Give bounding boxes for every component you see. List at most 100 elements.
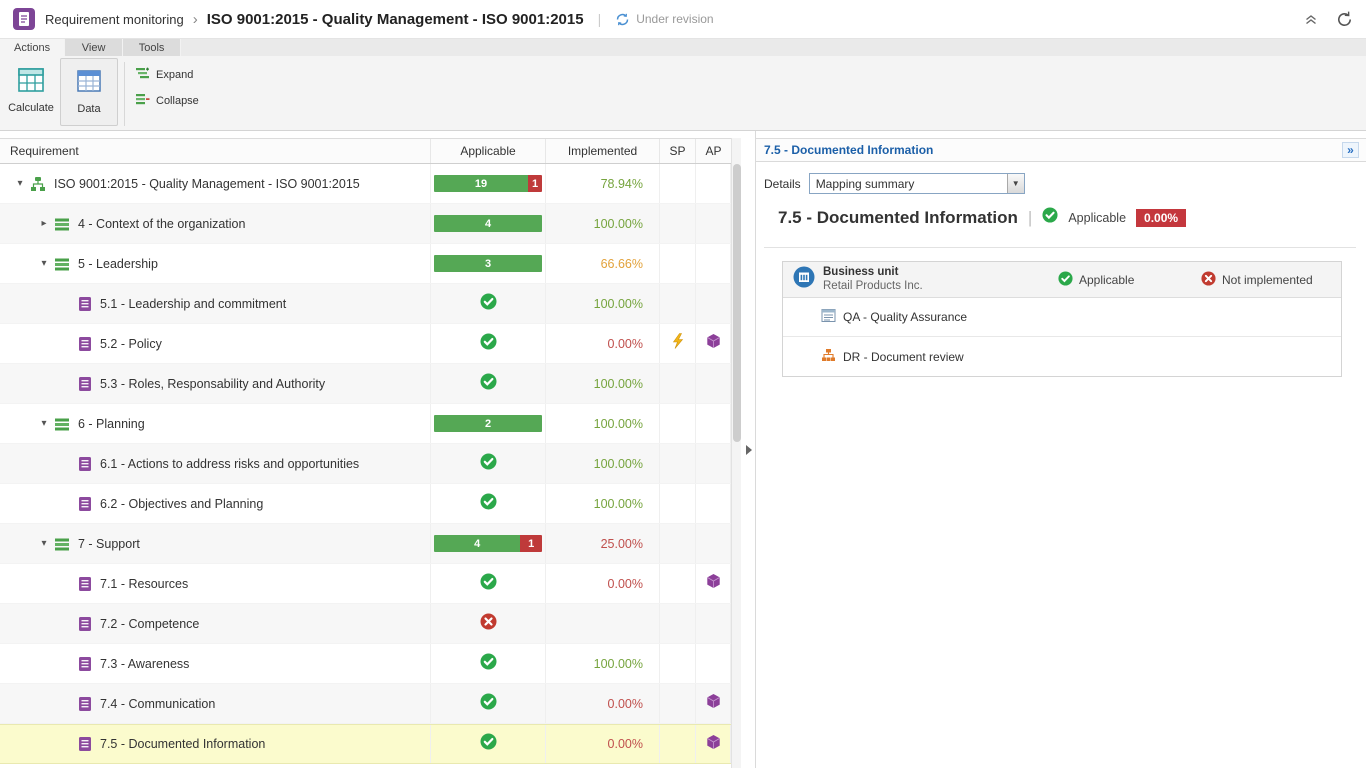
tree-collapse-icon[interactable]: ▾ xyxy=(34,418,54,429)
applicable-bar: 2 xyxy=(434,415,542,432)
requirement-cell: 7.4 - Communication xyxy=(0,684,431,723)
implemented-value: 100.00% xyxy=(594,297,643,311)
table-row[interactable]: ▾6 - Planning2100.00% xyxy=(0,404,731,444)
requirement-cell: ▾5 - Leadership xyxy=(0,244,431,283)
business-unit-icon xyxy=(793,266,815,293)
applicable-check-icon xyxy=(480,293,497,315)
calculate-icon xyxy=(17,66,45,97)
business-unit-name: Retail Products Inc. xyxy=(823,280,923,294)
applicable-cell xyxy=(431,684,546,723)
details-divider xyxy=(764,247,1356,248)
table-row[interactable]: 7.5 - Documented Information0.00% xyxy=(0,724,731,764)
scrollbar-thumb[interactable] xyxy=(733,164,741,442)
sp-cell xyxy=(660,204,696,243)
mapping-item[interactable]: DR - Document review xyxy=(783,337,1341,376)
ap-cell xyxy=(696,684,731,723)
page-title: ISO 9001:2015 - Quality Management - ISO… xyxy=(207,11,584,28)
requirement-table-panel: Requirement Applicable Implemented SP AP… xyxy=(0,131,741,768)
calculate-button[interactable]: Calculate xyxy=(2,58,60,126)
implemented-cell: 100.00% xyxy=(546,484,660,523)
column-applicable[interactable]: Applicable xyxy=(431,139,546,163)
implemented-cell: 0.00% xyxy=(546,725,660,763)
column-sp[interactable]: SP xyxy=(660,139,696,163)
sp-cell xyxy=(660,484,696,523)
data-button[interactable]: Data xyxy=(60,58,118,126)
chevron-down-icon[interactable]: ▼ xyxy=(1007,174,1024,193)
tab-view[interactable]: View xyxy=(65,39,123,56)
applicable-cell xyxy=(431,644,546,683)
tab-actions[interactable]: Actions xyxy=(0,39,65,56)
details-view-select[interactable]: Mapping summary ▼ xyxy=(809,173,1025,194)
column-implemented[interactable]: Implemented xyxy=(546,139,660,163)
table-row[interactable]: 6.1 - Actions to address risks and oppor… xyxy=(0,444,731,484)
table-row[interactable]: 5.2 - Policy 0.00% xyxy=(0,324,731,364)
panel-splitter[interactable] xyxy=(741,131,755,768)
business-unit-header[interactable]: Business unit Retail Products Inc. Appli… xyxy=(783,262,1341,298)
implemented-value: 0.00% xyxy=(608,337,643,351)
tree-collapse-icon[interactable]: ▾ xyxy=(34,538,54,549)
expand-icon xyxy=(135,66,150,84)
ap-cell xyxy=(696,364,731,403)
ap-cube-icon xyxy=(706,734,721,755)
vertical-scrollbar[interactable] xyxy=(731,138,741,768)
requirement-cell: ▸4 - Context of the organization xyxy=(0,204,431,243)
doc-icon xyxy=(78,696,92,712)
tree-collapse-icon[interactable]: ▾ xyxy=(34,258,54,269)
details-heading: 7.5 - Documented Information xyxy=(778,208,1018,228)
doc-icon xyxy=(78,336,92,352)
tree-collapse-icon[interactable]: ▾ xyxy=(10,178,30,189)
requirement-cell: 7.2 - Competence xyxy=(0,604,431,643)
requirement-cell: ▾ISO 9001:2015 - Quality Management - IS… xyxy=(0,164,431,203)
applicable-cell xyxy=(431,324,546,363)
requirement-cell: 5.3 - Roles, Responsability and Authorit… xyxy=(0,364,431,403)
tab-tools[interactable]: Tools xyxy=(123,39,181,56)
ap-cell xyxy=(696,204,731,243)
implemented-value: 66.66% xyxy=(601,257,643,271)
table-row[interactable]: 7.4 - Communication0.00% xyxy=(0,684,731,724)
table-row[interactable]: 7.2 - Competence xyxy=(0,604,731,644)
implemented-cell: 100.00% xyxy=(546,284,660,323)
sp-lightning-icon xyxy=(671,333,685,354)
applicable-check-icon xyxy=(480,373,497,395)
doc-icon xyxy=(78,576,92,592)
implemented-value: 0.00% xyxy=(608,737,643,751)
app-logo-icon xyxy=(12,7,36,31)
applicable-check-icon xyxy=(480,573,497,595)
requirement-cell: ▾7 - Support xyxy=(0,524,431,563)
ap-cell xyxy=(696,484,731,523)
table-row[interactable]: ▾5 - Leadership366.66% xyxy=(0,244,731,284)
table-row[interactable]: ▸4 - Context of the organization4100.00% xyxy=(0,204,731,244)
doc-icon xyxy=(78,456,92,472)
table-row[interactable]: ▾ISO 9001:2015 - Quality Management - IS… xyxy=(0,164,731,204)
column-requirement[interactable]: Requirement xyxy=(0,139,431,163)
mapping-item[interactable]: QA - Quality Assurance xyxy=(783,298,1341,337)
table-row[interactable]: 7.1 - Resources0.00% xyxy=(0,564,731,604)
applicable-cell: 4 xyxy=(431,204,546,243)
refresh-icon[interactable] xyxy=(1335,10,1354,29)
requirement-cell: 7.3 - Awareness xyxy=(0,644,431,683)
splitter-collapse-arrow[interactable] xyxy=(746,445,752,455)
table-row[interactable]: ▾7 - Support4125.00% xyxy=(0,524,731,564)
expand-button[interactable]: Expand xyxy=(135,66,199,84)
collapse-ribbon-icon[interactable] xyxy=(1303,11,1319,27)
ribbon-tabstrip: Actions View Tools xyxy=(0,39,1366,56)
not-implemented-cross-icon xyxy=(1201,271,1216,289)
sp-cell xyxy=(660,404,696,443)
mapping-list: QA - Quality Assurance DR - Document revi… xyxy=(783,298,1341,376)
sp-cell xyxy=(660,324,696,363)
column-ap[interactable]: AP xyxy=(696,139,731,163)
mapping-label: DR - Document review xyxy=(843,350,964,364)
table-row[interactable]: 6.2 - Objectives and Planning100.00% xyxy=(0,484,731,524)
table-row[interactable]: 7.3 - Awareness100.00% xyxy=(0,644,731,684)
ap-cell xyxy=(696,444,731,483)
applicable-cell: 41 xyxy=(431,524,546,563)
table-row[interactable]: 5.3 - Roles, Responsability and Authorit… xyxy=(0,364,731,404)
panel-collapse-button[interactable]: » xyxy=(1342,142,1359,158)
applicable-cell: 191 xyxy=(431,164,546,203)
collapse-button[interactable]: Collapse xyxy=(135,92,199,110)
table-row[interactable]: 5.1 - Leadership and commitment100.00% xyxy=(0,284,731,324)
applicable-check-icon xyxy=(1058,271,1073,289)
requirement-label: 5.2 - Policy xyxy=(100,337,162,351)
tree-expand-icon[interactable]: ▸ xyxy=(34,218,54,229)
applicable-cell xyxy=(431,604,546,643)
